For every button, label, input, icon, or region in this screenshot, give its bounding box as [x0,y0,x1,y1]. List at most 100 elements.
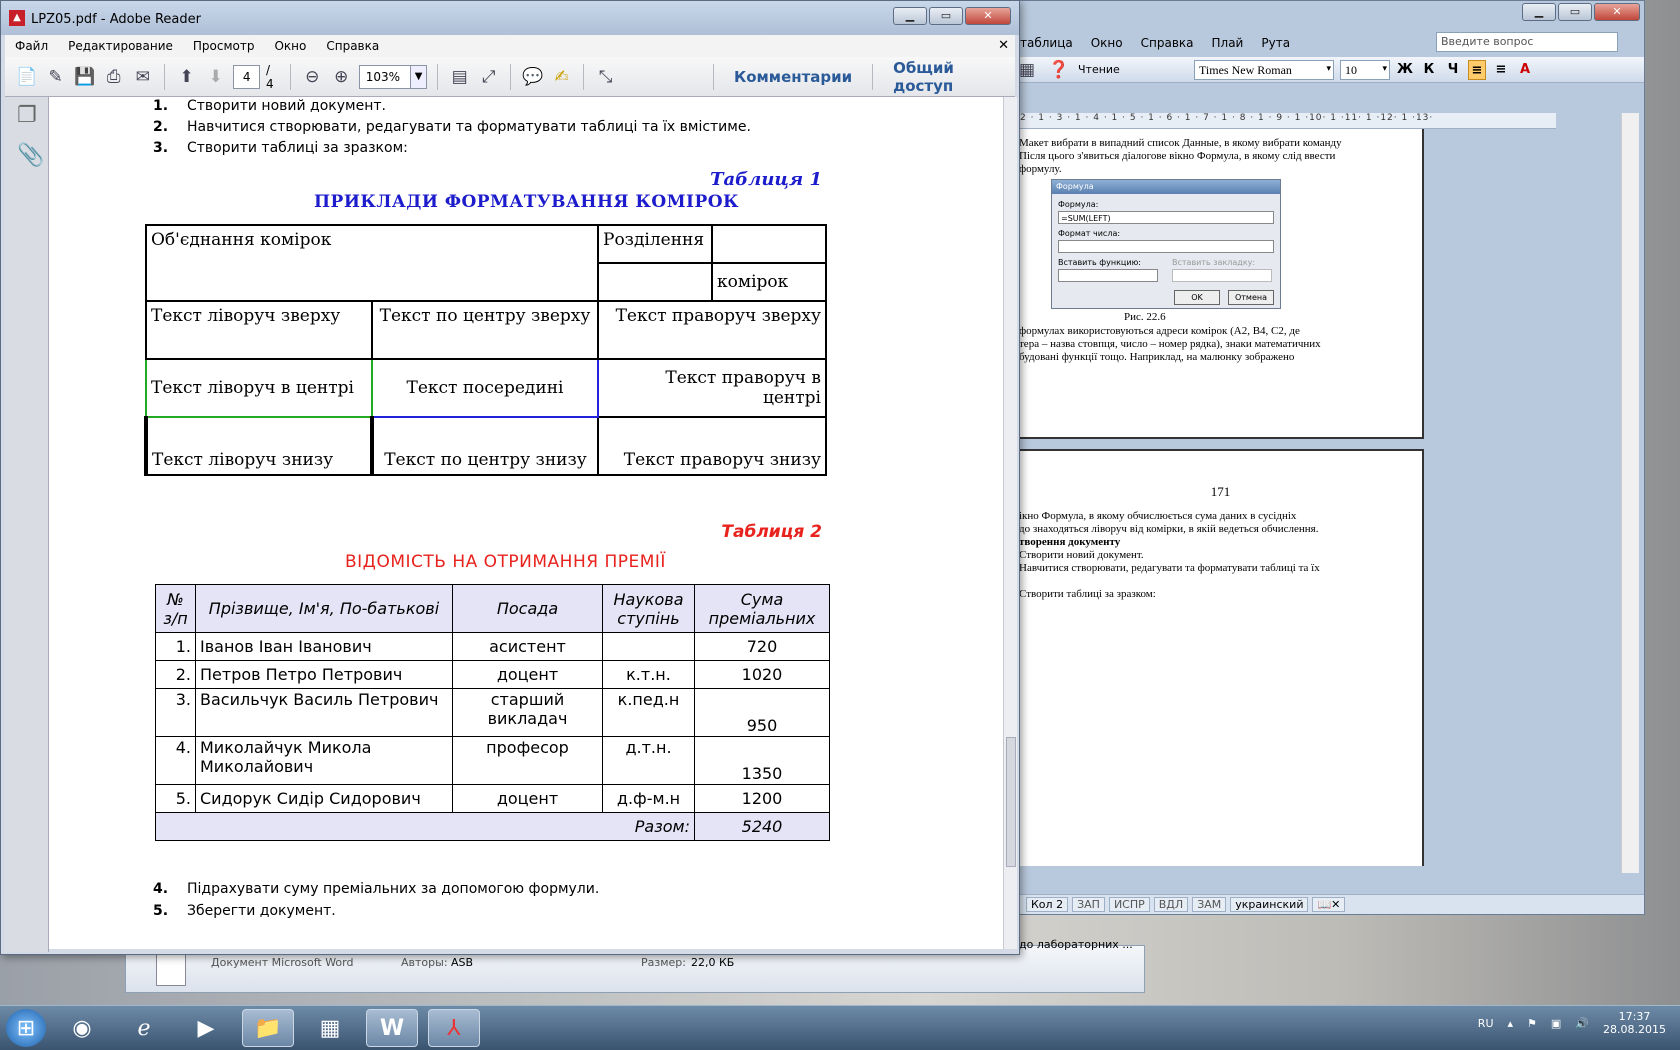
close-button[interactable]: ✕ [965,7,1011,25]
table-row: 3. Васильчук Василь Петрович старший викла… [155,688,830,737]
menu-item-file[interactable]: Файл [15,39,48,53]
close-document-icon[interactable]: ✕ [998,38,1009,53]
status-ext[interactable]: ВДЛ [1153,897,1189,912]
font-name-select[interactable]: Times New Roman [1194,59,1334,80]
taskbar: ⊞ ◉ ℯ ▶ 📁 ▦ W ⅄ [0,1005,1680,1050]
bold-button[interactable]: Ж [1396,60,1414,80]
edit-icon[interactable]: ✎ [44,64,67,90]
start-button[interactable]: ⊞ [6,1009,46,1047]
next-page-icon[interactable]: ⬇ [204,64,227,90]
menu-item-help[interactable]: Справка [326,39,379,53]
font-color-icon[interactable]: A [1516,60,1534,80]
zoom-in-icon[interactable]: ⊕ [330,64,353,90]
chrome-icon[interactable]: ◉ [56,1009,108,1047]
table-row: 2. Петров Петро Петрович доцент к.т.н. 1020 [155,660,830,689]
dialog-cancel-button: Отмена [1228,290,1274,305]
pdf-page[interactable]: 1. Створити новий документ. 2. Навчитися с… [49,97,1005,949]
volume-icon[interactable]: 🔊 [1575,1017,1589,1030]
status-track[interactable]: ИСПР [1108,897,1150,912]
formula-label: Формула: [1058,200,1099,209]
help-icon[interactable]: ❓ [1046,57,1072,83]
explorer-icon[interactable]: 📁 [242,1009,294,1047]
window-title: LPZ05.pdf - Adobe Reader [31,12,201,27]
fit-width-icon[interactable]: ⤢ [477,64,500,90]
internet-explorer-icon[interactable]: ℯ [118,1009,170,1047]
reading-mode-button[interactable]: Чтение [1078,63,1188,76]
menu-item-view[interactable]: Просмотр [193,39,255,53]
show-hidden-icons-icon[interactable]: ▴ [1508,1017,1514,1030]
action-center-icon[interactable]: ⚑ [1527,1017,1537,1030]
text-line: Після цього з'явиться діалогове вікно Фо… [1019,150,1336,162]
table2-caption: Таблиця 2 [721,522,822,542]
media-player-icon[interactable]: ▶ [180,1009,232,1047]
previous-page-icon[interactable]: ⬆ [175,64,198,90]
menu-item-ruta[interactable]: Рута [1261,36,1290,50]
minimize-button[interactable]: ▁ [1522,3,1556,21]
navigation-panel: ❐ 📎 [5,97,49,952]
zoom-out-icon[interactable]: ⊖ [301,64,324,90]
help-search-input[interactable]: Введите вопрос [1436,32,1618,52]
reader-title-bar[interactable]: ▲ LPZ05.pdf - Adobe Reader ▁ ▭ ✕ [1,1,1019,35]
menu-item-window[interactable]: Окно [1091,36,1123,50]
menu-item-window[interactable]: Окно [274,39,306,53]
document-page-lower[interactable]: 171 ікно Формула, в якому обчислюється с… [1006,449,1424,866]
page-total: / 4 [266,62,274,91]
status-rec[interactable]: ЗАП [1072,897,1105,912]
menu-item-table[interactable]: таблица [1020,36,1073,50]
align-left-button[interactable]: ≡ [1468,59,1486,80]
word-window-controls: ▁ ▭ ✕ [1522,3,1640,21]
vertical-scrollbar[interactable] [1621,113,1639,873]
network-icon[interactable]: ▣ [1551,1017,1561,1030]
document-page-upper[interactable]: Макет вибрати в випадний список Данные, … [1006,129,1424,439]
word-window[interactable]: ▁ ▭ ✕ таблица Окно Справка Плай Рута Вве… [1005,0,1645,915]
font-size-select[interactable]: 10 [1340,59,1390,80]
spelling-icon[interactable]: 📖✕ [1312,897,1346,912]
pdf-icon: ▲ [9,10,25,26]
number-format-field [1058,240,1274,253]
minimize-button[interactable]: ▁ [893,7,927,25]
cell-middle-left: Текст ліворуч в центрі [145,358,373,418]
horizontal-ruler[interactable]: 2 · 1 · 3 · 1 · 4 · 1 · 5 · 1 · 6 · 1 · … [1006,113,1556,129]
column-header: Сума преміальних [694,584,830,633]
clock[interactable]: 17:37 28.08.2015 [1603,1010,1666,1036]
page-number-input[interactable]: 4 [233,64,261,89]
text-line: формулах використовуються адреси комірок… [1019,325,1300,337]
save-icon[interactable]: 💾 [73,64,96,90]
maximize-button[interactable]: ▭ [929,7,963,25]
share-tab[interactable]: Общий доступ [883,59,1015,95]
list-item: 5. Зберегти документ. [153,903,336,919]
close-button[interactable]: ✕ [1594,3,1640,21]
language-indicator[interactable]: RU [1478,1017,1494,1030]
menu-item-help[interactable]: Справка [1141,36,1194,50]
maximize-button[interactable]: ▭ [1558,3,1592,21]
comments-tab[interactable]: Комментарии [724,68,862,86]
email-icon[interactable]: ✉ [131,64,154,90]
status-ovr[interactable]: ЗАМ [1192,897,1227,912]
zoom-input[interactable]: 103% [358,64,412,89]
vertical-scrollbar[interactable] [1003,97,1017,949]
list-item: 4. Підрахувати суму преміальних за допомо… [153,881,600,897]
fullscreen-icon[interactable]: ⤡ [594,64,617,90]
print-icon[interactable]: ⎙ [102,64,125,90]
text-line: Створити новий документ. [1019,549,1144,561]
adobe-reader-icon[interactable]: ⅄ [428,1009,480,1047]
comment-icon[interactable]: 💬 [521,64,544,90]
underline-button[interactable]: Ч [1444,60,1462,80]
word-icon[interactable]: W [366,1009,418,1047]
menu-item-edit[interactable]: Редактирование [68,39,173,53]
align-center-button[interactable]: ≡ [1492,60,1510,80]
menu-item-play[interactable]: Плай [1212,36,1244,50]
scrollbar-thumb[interactable] [1006,737,1016,867]
status-language[interactable]: украинский [1230,897,1309,912]
create-pdf-icon[interactable]: 📄 [15,64,38,90]
adobe-reader-window[interactable]: ▲ LPZ05.pdf - Adobe Reader ▁ ▭ ✕ Файл Ре… [0,0,1020,955]
total-value: 5240 [694,812,830,841]
highlight-icon[interactable]: ✍ [550,64,573,90]
calculator-icon[interactable]: ▦ [304,1009,356,1047]
italic-button[interactable]: К [1420,60,1438,80]
zoom-dropdown-icon[interactable]: ▼ [411,64,428,89]
pages-icon[interactable]: ❐ [17,103,37,128]
fit-page-icon[interactable]: ▤ [448,64,471,90]
table-row: 4. Миколайчук Микола Миколайович професор д… [155,736,830,785]
attachments-icon[interactable]: 📎 [17,143,44,168]
